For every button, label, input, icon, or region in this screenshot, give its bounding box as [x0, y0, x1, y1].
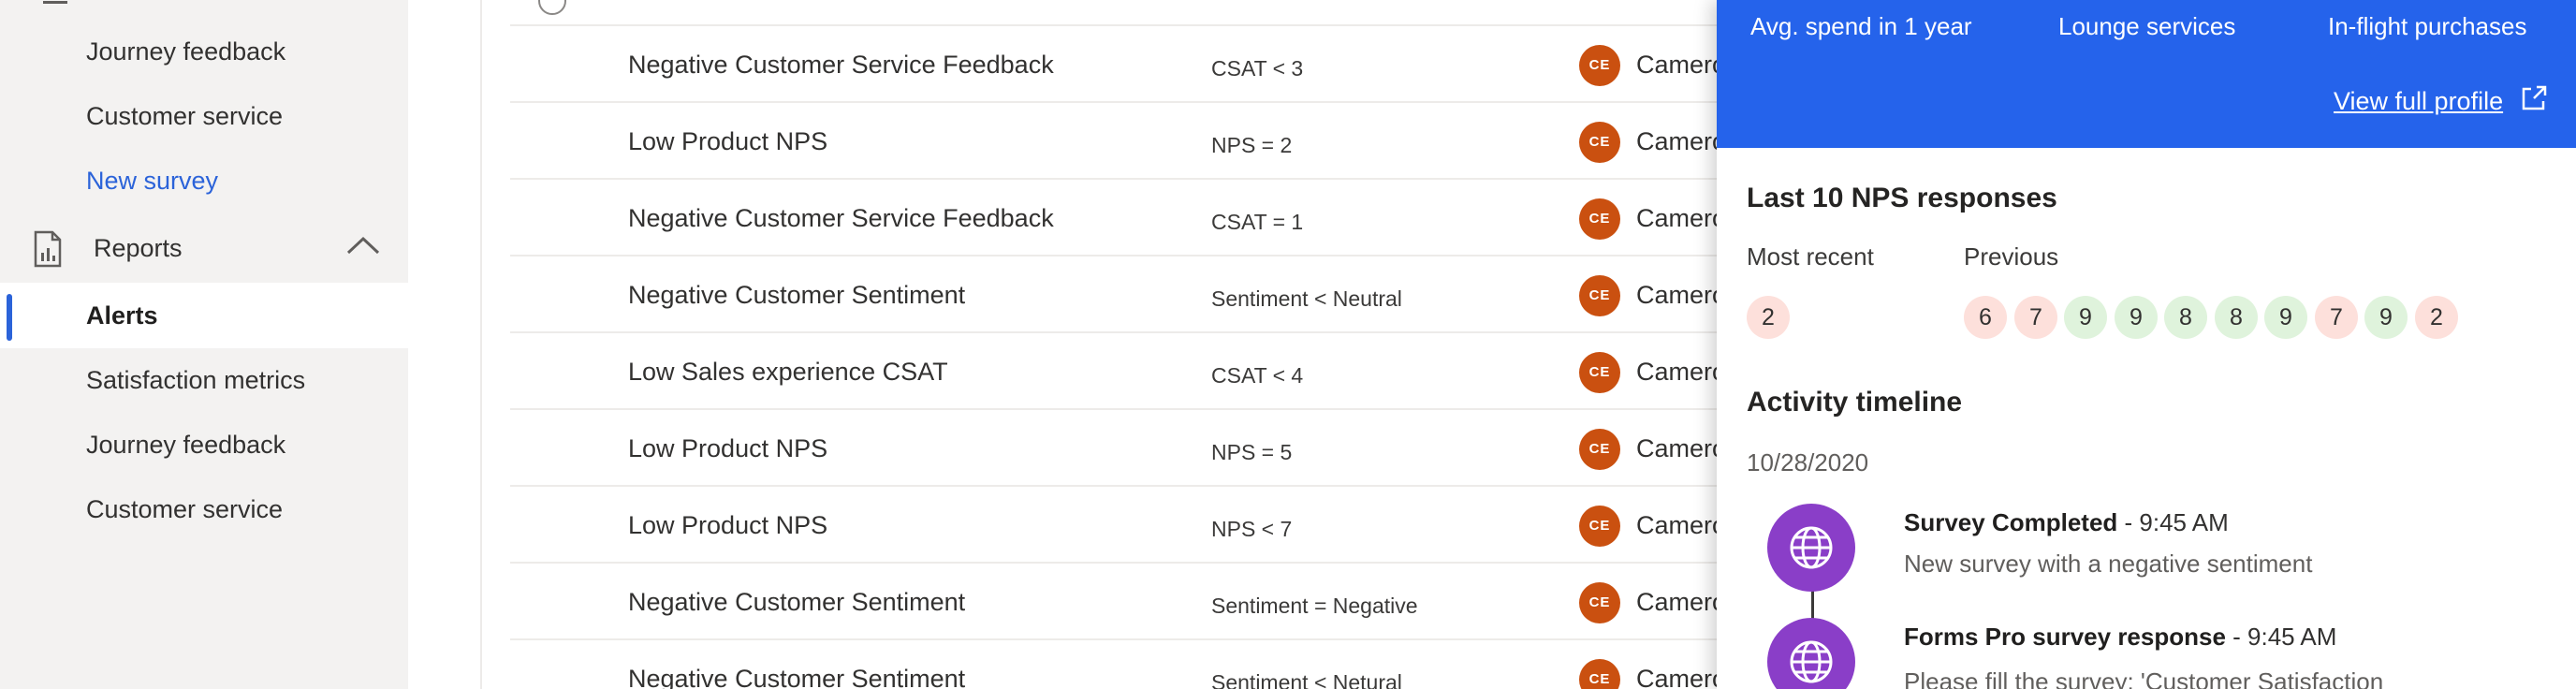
owner-avatar: CE [1579, 45, 1620, 86]
nps-most-recent-score: 2 [1747, 296, 1790, 339]
alert-condition: CSAT < 4 [1211, 363, 1304, 388]
nps-score-chip: 2 [2415, 296, 2458, 339]
owner-avatar: CE [1579, 659, 1620, 689]
alert-condition: CSAT < 3 [1211, 56, 1304, 81]
nav-group-reports[interactable]: Reports [0, 225, 408, 271]
inflight-purchases-label: In-flight purchases [2328, 12, 2527, 40]
nps-score-chip: 9 [2064, 296, 2107, 339]
alert-name[interactable]: Negative Customer Sentiment [628, 564, 965, 640]
owner-avatar: CE [1579, 275, 1620, 316]
nav-selected-background [0, 283, 408, 348]
profile-header: Avg. spend in 1 year Lounge services In-… [1717, 0, 2576, 148]
nps-score-chip: 6 [1964, 296, 2007, 339]
alert-name[interactable]: Low Product NPS [628, 410, 827, 487]
nps-score-chip: 9 [2115, 296, 2158, 339]
event-title: Forms Pro survey response [1904, 623, 2226, 651]
content-divider [480, 0, 482, 689]
alert-row[interactable]: Low Product NPS NPS < 7 CE Camero [510, 487, 1727, 564]
nps-score-chip: 8 [2164, 296, 2207, 339]
activity-timeline-title: Activity timeline [1747, 387, 1963, 418]
nav-item-customer-service[interactable]: Customer service [86, 93, 283, 139]
timeline-event-title[interactable]: Survey Completed - 9:45 AM [1904, 504, 2229, 541]
nps-score-chip: 7 [2014, 296, 2057, 339]
owner-avatar: CE [1579, 198, 1620, 240]
previous-label: Previous [1964, 242, 2059, 271]
owner-name: Camero [1636, 51, 1727, 79]
alert-condition: Sentiment < Neutral [1211, 286, 1402, 311]
owner-name: Camero [1636, 434, 1727, 462]
customer-profile-panel: Avg. spend in 1 year Lounge services In-… [1717, 0, 2576, 689]
left-navigation: Journey feedback Customer service New su… [0, 0, 408, 689]
nps-score-chip: 9 [2364, 296, 2408, 339]
alert-condition: Sentiment = Negative [1211, 594, 1418, 618]
event-time: - 9:45 AM [2225, 623, 2337, 651]
view-full-profile-link[interactable]: View full profile [2334, 82, 2503, 120]
open-external-icon[interactable] [2520, 84, 2548, 112]
timeline-event-badge [1767, 618, 1855, 689]
nav-item-customer-service-report[interactable]: Customer service [86, 486, 283, 533]
alert-name[interactable]: Low Product NPS [628, 103, 827, 180]
alert-row[interactable]: Negative Customer Sentiment Sentiment = N… [510, 564, 1727, 640]
event-title: Survey Completed [1904, 508, 2118, 536]
avg-spend-label: Avg. spend in 1 year [1750, 12, 1972, 40]
alert-name[interactable]: Negative Customer Service Feedback [628, 26, 1054, 103]
owner-avatar: CE [1579, 352, 1620, 393]
alert-row[interactable]: Low Product NPS NPS = 5 CE Camero [510, 410, 1727, 487]
alert-name[interactable]: Negative Customer Sentiment [628, 640, 965, 689]
report-icon [34, 230, 62, 268]
alert-name[interactable]: Negative Customer Service Feedback [628, 180, 1054, 257]
alert-condition: CSAT = 1 [1211, 210, 1304, 234]
owner-avatar: CE [1579, 122, 1620, 163]
timeline-event-title[interactable]: Forms Pro survey response - 9:45 AM [1904, 618, 2336, 655]
alert-row[interactable]: Low Product NPS NPS = 2 CE Camero [510, 103, 1727, 180]
owner-name: Camero [1636, 588, 1727, 616]
alert-row[interactable]: Negative Customer Service Feedback CSAT =… [510, 180, 1727, 257]
nav-item-satisfaction-metrics[interactable]: Satisfaction metrics [86, 357, 305, 403]
nav-item-new-survey[interactable]: New survey [86, 157, 218, 204]
nav-group-label: Reports [94, 234, 183, 262]
list-header [510, 0, 1727, 26]
owner-name: Camero [1636, 127, 1727, 155]
timeline-event-badge [1767, 504, 1855, 592]
globe-icon [1790, 526, 1833, 569]
nps-score-chip: 9 [2264, 296, 2307, 339]
alert-condition: NPS = 5 [1211, 440, 1293, 464]
chevron-up-icon[interactable] [344, 232, 382, 260]
alert-condition: NPS = 2 [1211, 133, 1293, 157]
nav-selected-indicator [7, 294, 12, 341]
timeline-date: 10/28/2020 [1747, 448, 1869, 476]
nav-item-journey-feedback[interactable]: Journey feedback [86, 28, 285, 75]
collapse-indicator [43, 0, 67, 4]
owner-avatar: CE [1579, 506, 1620, 547]
alert-name[interactable]: Negative Customer Sentiment [628, 257, 965, 333]
owner-name: Camero [1636, 665, 1727, 689]
nps-score-chip: 8 [2215, 296, 2258, 339]
owner-avatar: CE [1579, 582, 1620, 623]
owner-name: Camero [1636, 204, 1727, 232]
nps-score-chip: 7 [2315, 296, 2358, 339]
alert-row[interactable]: Negative Customer Sentiment Sentiment < N… [510, 257, 1727, 333]
timeline-event-description: Please fill the survey: 'Customer Satisf… [1904, 667, 2384, 689]
alert-name[interactable]: Low Product NPS [628, 487, 827, 564]
nps-section-title: Last 10 NPS responses [1747, 183, 2057, 213]
owner-name: Camero [1636, 281, 1727, 309]
alert-condition: Sentiment < Netural [1211, 670, 1402, 689]
alert-name[interactable]: Low Sales experience CSAT [628, 333, 948, 410]
nav-item-journey-feedback-report[interactable]: Journey feedback [86, 421, 285, 468]
timeline-event-description: New survey with a negative sentiment [1904, 550, 2313, 578]
owner-name: Camero [1636, 358, 1727, 386]
nav-item-alerts[interactable]: Alerts [86, 292, 158, 339]
alert-row[interactable]: Negative Customer Sentiment Sentiment < N… [510, 640, 1727, 689]
event-time: - 9:45 AM [2117, 508, 2229, 536]
most-recent-label: Most recent [1747, 242, 1874, 271]
alert-row[interactable]: Negative Customer Service Feedback CSAT <… [510, 26, 1727, 103]
alert-condition: NPS < 7 [1211, 517, 1293, 541]
alert-row[interactable]: Low Sales experience CSAT CSAT < 4 CE Camer… [510, 333, 1727, 410]
owner-name: Camero [1636, 511, 1727, 539]
globe-icon [1790, 640, 1833, 683]
owner-avatar: CE [1579, 429, 1620, 470]
lounge-services-label: Lounge services [2058, 12, 2236, 40]
